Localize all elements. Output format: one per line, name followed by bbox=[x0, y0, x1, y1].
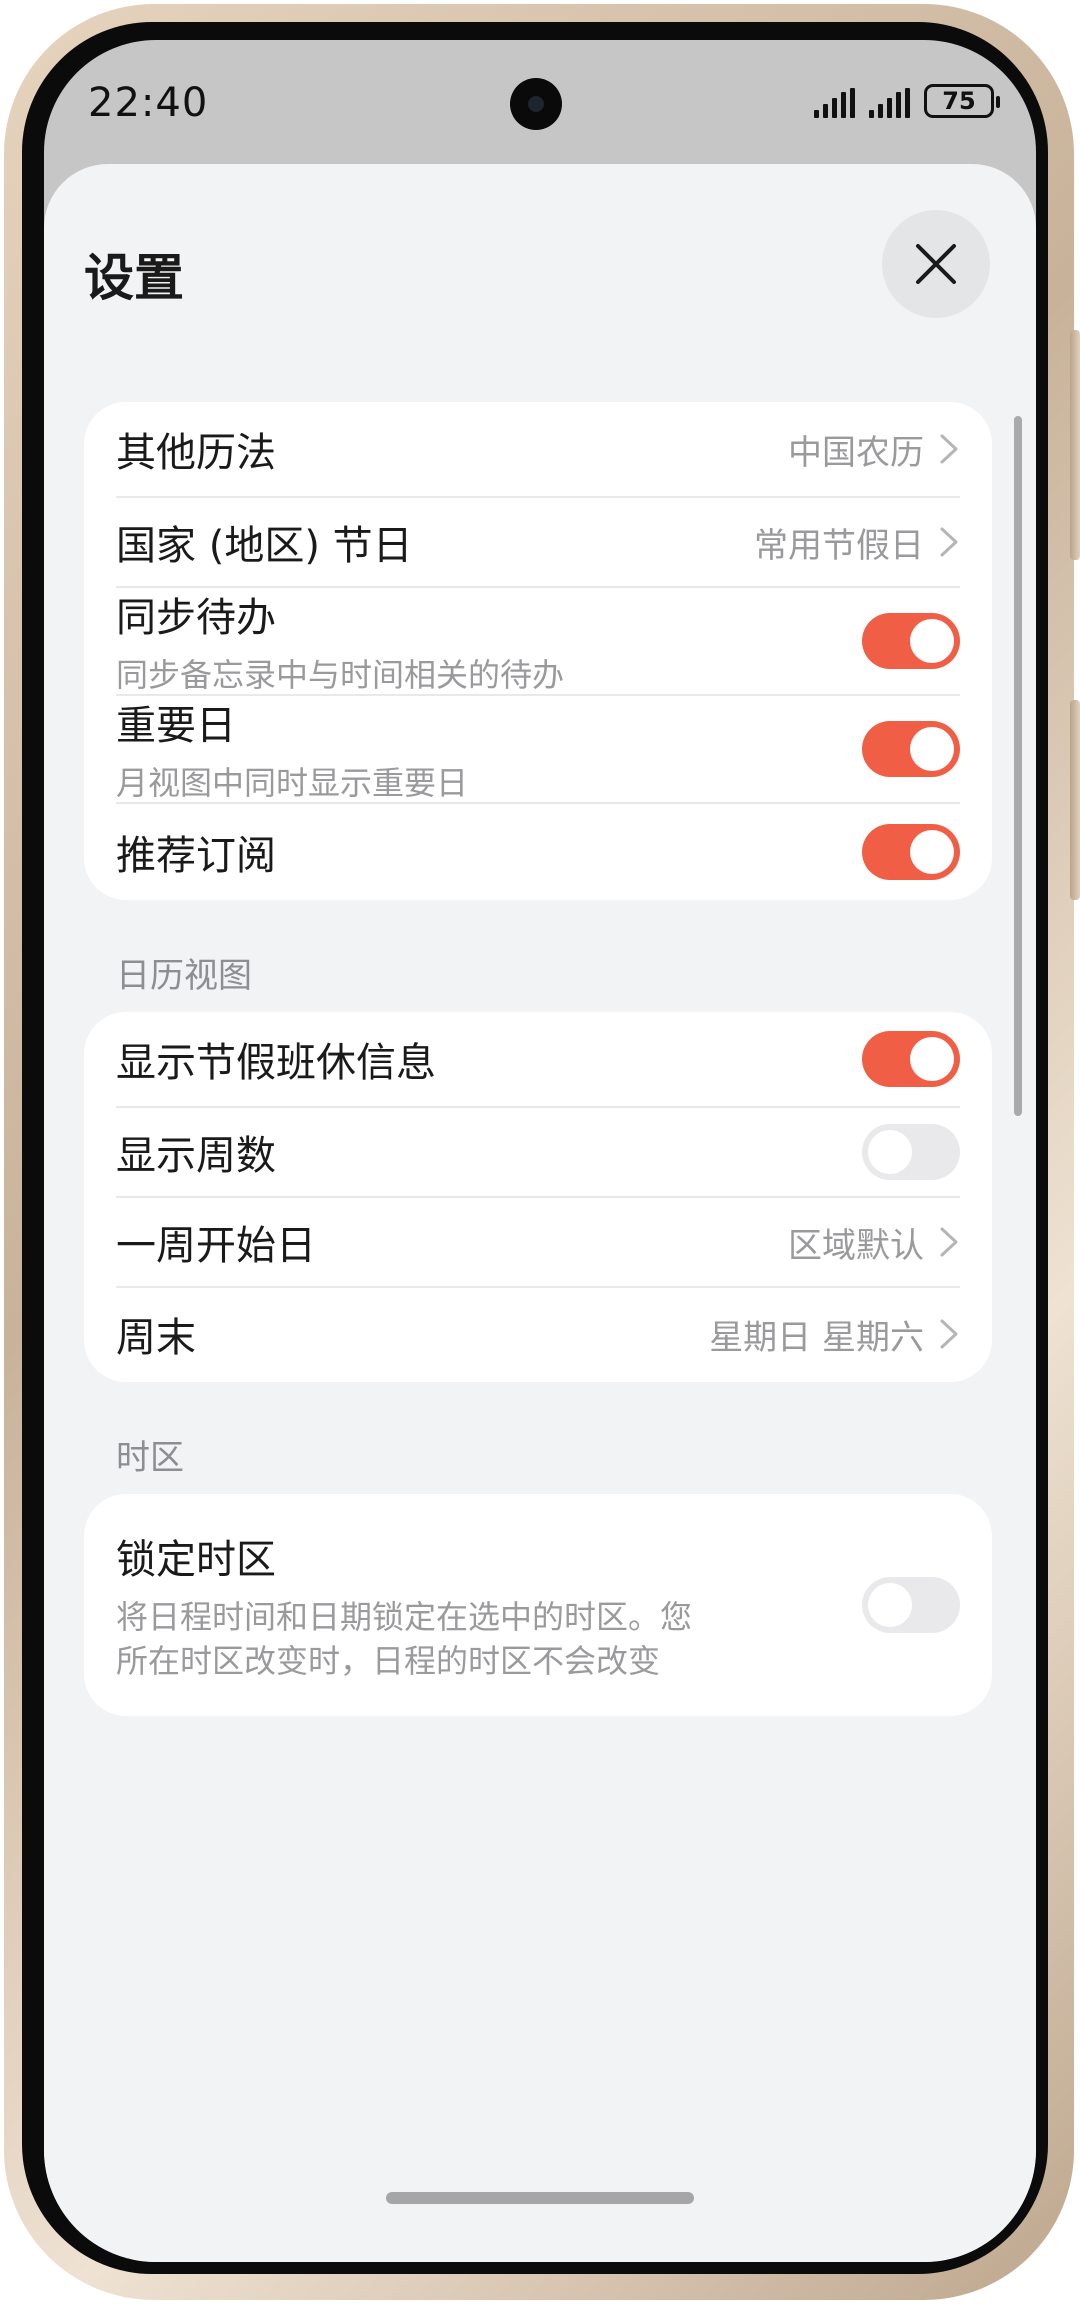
chevron-right-icon bbox=[940, 1319, 958, 1349]
power-button bbox=[1070, 700, 1080, 900]
setting-sync-todos: 同步待办 同步备忘录中与时间相关的待办 bbox=[116, 588, 960, 696]
setting-value: 星期日 星期六 bbox=[709, 1317, 924, 1358]
setting-show-week-numbers: 显示周数 bbox=[116, 1108, 960, 1198]
setting-subtitle-line: 将日程时间和日期锁定在选中的时区。您 bbox=[116, 1598, 693, 1636]
setting-title: 显示周数 bbox=[116, 1133, 276, 1179]
sync-todos-toggle[interactable] bbox=[862, 613, 960, 669]
setting-title: 国家 (地区) 节日 bbox=[116, 523, 413, 569]
setting-value: 常用节假日 bbox=[754, 525, 924, 566]
home-indicator[interactable] bbox=[386, 2192, 694, 2204]
setting-lock-timezone: 锁定时区 将日程时间和日期锁定在选中的时区。您 所在时区改变时，日程的时区不会改… bbox=[116, 1494, 960, 1716]
status-bar: 22:40 75 bbox=[44, 40, 1036, 160]
setting-show-holiday-info: 显示节假班休信息 bbox=[116, 1012, 960, 1108]
setting-subtitle: 同步备忘录中与时间相关的待办 bbox=[116, 656, 565, 694]
lock-timezone-toggle[interactable] bbox=[862, 1577, 960, 1633]
chevron-right-icon bbox=[940, 434, 958, 464]
setting-important-days: 重要日 月视图中同时显示重要日 bbox=[116, 696, 960, 804]
setting-other-calendars[interactable]: 其他历法 中国农历 bbox=[116, 402, 960, 498]
setting-title: 其他历法 bbox=[116, 430, 276, 476]
setting-value: 区域默认 bbox=[788, 1225, 924, 1266]
setting-title: 一周开始日 bbox=[116, 1223, 316, 1269]
battery-level: 75 bbox=[942, 87, 976, 115]
general-settings-card: 其他历法 中国农历 国家 (地区) 节日 常用节假日 同步待办 同步备忘录中与时… bbox=[84, 402, 992, 900]
settings-sheet: 设置 其他历法 中国农历 国家 (地区) 节日 常用节假日 同步待办 同步备忘录… bbox=[44, 164, 1036, 2262]
show-holiday-info-toggle[interactable] bbox=[862, 1031, 960, 1087]
section-label-calendar-view: 日历视图 bbox=[116, 956, 252, 996]
close-icon bbox=[916, 244, 956, 284]
status-time: 22:40 bbox=[88, 80, 209, 126]
setting-subtitle: 月视图中同时显示重要日 bbox=[116, 764, 469, 802]
setting-title: 同步待办 bbox=[116, 595, 276, 641]
screen: 22:40 75 设置 其他历法 中国农历 国家 (地区) 节日 常用节假日 同… bbox=[44, 40, 1036, 2262]
status-icons: 75 bbox=[814, 84, 1000, 118]
front-camera bbox=[510, 78, 562, 130]
timezone-card: 锁定时区 将日程时间和日期锁定在选中的时区。您 所在时区改变时，日程的时区不会改… bbox=[84, 1494, 992, 1716]
page-title: 设置 bbox=[84, 249, 184, 307]
setting-weekend[interactable]: 周末 星期日 星期六 bbox=[116, 1288, 960, 1380]
important-days-toggle[interactable] bbox=[862, 721, 960, 777]
volume-button bbox=[1070, 330, 1080, 560]
cellular-signal-2-icon bbox=[869, 88, 910, 118]
chevron-right-icon bbox=[940, 527, 958, 557]
setting-title: 重要日 bbox=[116, 703, 236, 749]
show-week-numbers-toggle[interactable] bbox=[862, 1124, 960, 1180]
setting-week-start[interactable]: 一周开始日 区域默认 bbox=[116, 1198, 960, 1288]
setting-holidays[interactable]: 国家 (地区) 节日 常用节假日 bbox=[116, 498, 960, 588]
setting-subtitle: 将日程时间和日期锁定在选中的时区。您 所在时区改变时，日程的时区不会改变 bbox=[116, 1595, 692, 1683]
setting-title: 显示节假班休信息 bbox=[116, 1040, 436, 1086]
section-label-timezone: 时区 bbox=[116, 1438, 184, 1478]
recommended-subscriptions-toggle[interactable] bbox=[862, 824, 960, 880]
setting-title: 周末 bbox=[116, 1315, 196, 1361]
scrollbar[interactable] bbox=[1014, 416, 1022, 1116]
calendar-view-card: 显示节假班休信息 显示周数 一周开始日 区域默认 周末 星期日 星期六 bbox=[84, 1012, 992, 1382]
setting-subtitle-line: 所在时区改变时，日程的时区不会改变 bbox=[116, 1642, 661, 1680]
close-button[interactable] bbox=[882, 210, 990, 318]
chevron-right-icon bbox=[940, 1227, 958, 1257]
setting-recommended-subscriptions: 推荐订阅 bbox=[116, 804, 960, 900]
battery-icon: 75 bbox=[924, 84, 1000, 118]
setting-title: 推荐订阅 bbox=[116, 833, 276, 879]
cellular-signal-icon bbox=[814, 88, 855, 118]
setting-value: 中国农历 bbox=[788, 432, 924, 473]
setting-title: 锁定时区 bbox=[116, 1537, 276, 1583]
